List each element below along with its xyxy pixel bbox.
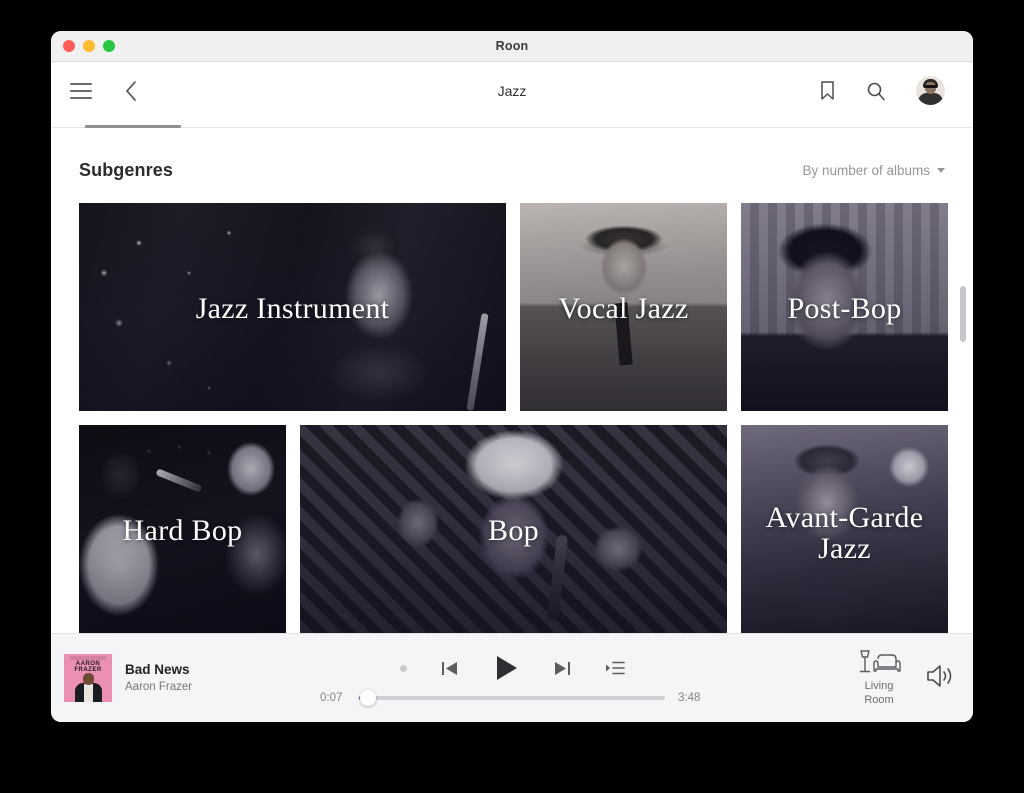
hamburger-icon	[70, 82, 92, 99]
track-artist[interactable]: Aaron Frazer	[125, 679, 192, 696]
vertical-scrollbar-thumb[interactable]	[960, 286, 966, 342]
subgenre-tile[interactable]: Jazz Instrument	[79, 203, 506, 411]
album-art-shirt	[84, 684, 93, 702]
album-art-head	[83, 673, 94, 685]
menu-button[interactable]	[70, 82, 92, 99]
progress-thumb[interactable]	[360, 690, 377, 706]
header-right-group	[819, 76, 945, 105]
subgenre-row: Jazz Instrument Vocal Jazz Post-Bop	[79, 203, 948, 411]
sort-dropdown[interactable]: By number of albums	[802, 163, 945, 178]
section-title: Subgenres	[79, 160, 173, 180]
tab-strip	[51, 119, 973, 128]
album-art[interactable]: AARON FRAZER	[64, 654, 112, 702]
progress-slider[interactable]	[359, 690, 665, 706]
app-header: Jazz	[51, 62, 973, 119]
app-window: Roon Jazz Subgenres By number of albums …	[51, 31, 973, 722]
track-title[interactable]: Bad News	[125, 661, 192, 679]
subgenre-tile-label: Avant-Garde Jazz	[765, 501, 924, 565]
skip-next-icon	[554, 661, 570, 675]
album-art-subtitle	[70, 656, 106, 660]
back-button[interactable]	[124, 80, 138, 102]
volume-button[interactable]	[925, 663, 955, 689]
subgenre-tile[interactable]: Avant-Garde Jazz	[741, 425, 948, 633]
lamp-armchair-icon	[859, 650, 901, 673]
window-titlebar: Roon	[51, 31, 973, 62]
player-right-group: Living Room	[857, 649, 955, 707]
zone-selector[interactable]: Living Room	[857, 649, 901, 707]
subgenre-tile-label: Jazz Instrument	[195, 292, 390, 326]
bookmark-button[interactable]	[819, 80, 836, 101]
search-icon	[867, 82, 885, 100]
search-button[interactable]	[866, 81, 886, 101]
subgenre-tile-label: Vocal Jazz	[558, 292, 689, 326]
play-icon	[496, 656, 517, 680]
zone-name: Living Room	[864, 679, 893, 707]
subgenre-grid: Jazz Instrument Vocal Jazz Post-Bop Hard Bo…	[79, 203, 948, 633]
subgenre-tile[interactable]: Bop	[300, 425, 727, 633]
player-bar: AARON FRAZER Bad News Aaron Frazer 0:07 …	[51, 633, 973, 722]
subgenre-row: Hard Bop Bop Avant-Garde Jazz	[79, 425, 948, 633]
queue-button[interactable]	[605, 659, 625, 677]
subgenre-tile-label: Hard Bop	[122, 514, 243, 548]
subgenre-tile-label: Post-Bop	[787, 292, 902, 326]
loading-dot-icon	[399, 664, 407, 672]
skip-previous-icon	[441, 661, 457, 675]
elapsed-time: 0:07	[320, 692, 343, 704]
avatar-body	[918, 93, 943, 105]
avatar[interactable]	[916, 76, 945, 105]
chevron-left-icon	[126, 80, 136, 101]
sort-label: By number of albums	[802, 163, 930, 178]
previous-button[interactable]	[440, 659, 459, 678]
zone-name-line2: Room	[864, 694, 894, 706]
window-title: Roon	[495, 39, 529, 53]
play-button[interactable]	[492, 654, 520, 682]
duration-time: 3:48	[678, 692, 701, 704]
track-metadata: Bad News Aaron Frazer	[125, 661, 192, 696]
zone-name-line1: Living	[864, 679, 894, 692]
now-playing-group: AARON FRAZER Bad News Aaron Frazer	[64, 654, 314, 702]
bookmark-icon	[821, 81, 834, 100]
subgenre-tile[interactable]: Hard Bop	[79, 425, 286, 633]
avatar-glasses	[924, 85, 937, 88]
header-left-group	[70, 80, 138, 102]
subgenre-tile[interactable]: Post-Bop	[741, 203, 948, 411]
next-button[interactable]	[553, 659, 572, 678]
speaker-volume-icon	[927, 665, 952, 687]
subgenre-tile[interactable]: Vocal Jazz	[520, 203, 727, 411]
queue-list-icon	[605, 661, 625, 675]
avatar-face	[925, 82, 936, 94]
content-area: Subgenres By number of albums Jazz Instr…	[51, 128, 973, 633]
chevron-down-icon	[937, 168, 945, 173]
subgenre-tile-label: Bop	[488, 514, 539, 548]
section-header: Subgenres By number of albums	[79, 128, 945, 203]
